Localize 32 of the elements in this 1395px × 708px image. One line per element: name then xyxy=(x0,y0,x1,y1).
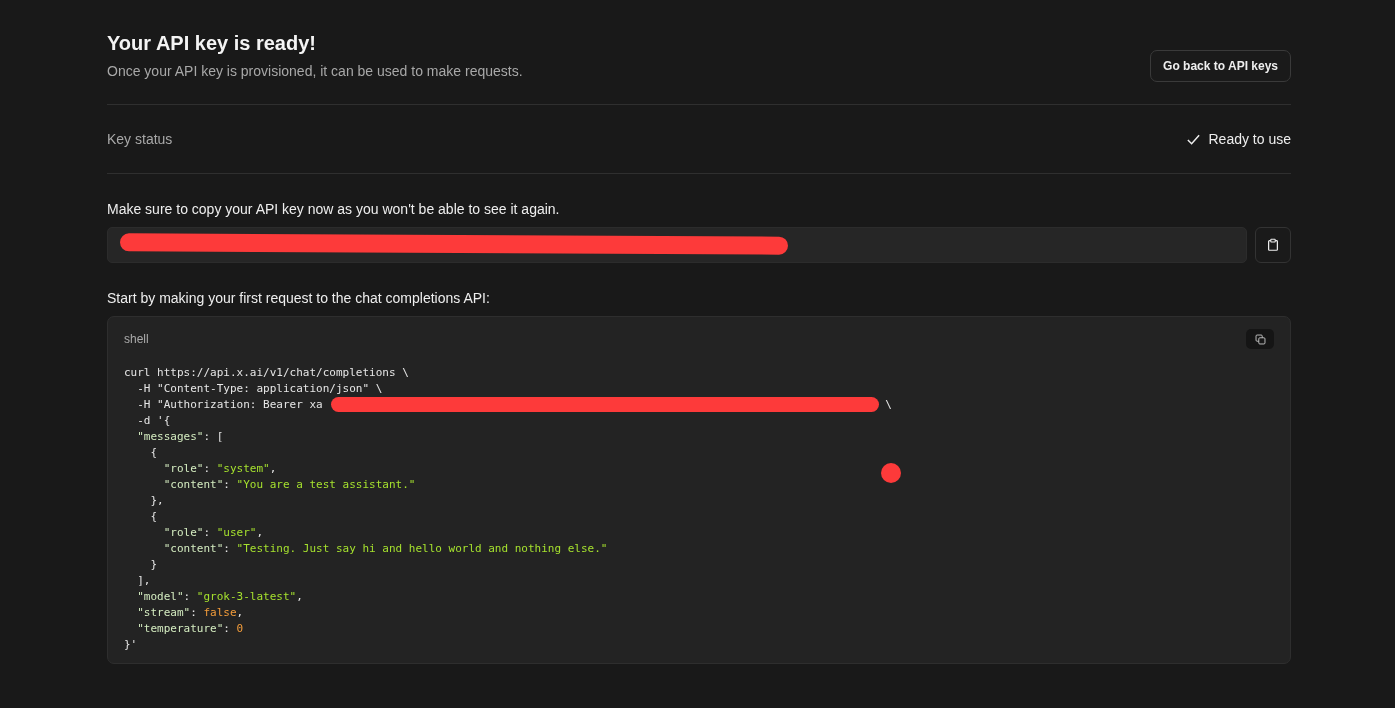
copy-icon xyxy=(1254,333,1266,345)
status-label: Key status xyxy=(107,131,173,147)
status-value: Ready to use xyxy=(1208,131,1291,147)
intro-text: Start by making your first request to the chat completions API: xyxy=(107,290,491,306)
code-line: "role": "user", xyxy=(162,525,264,541)
code-line: "stream": false, xyxy=(136,605,244,621)
code-line: -d '{ xyxy=(136,413,171,429)
api-key-field[interactable] xyxy=(107,227,1247,263)
copy-code-button[interactable] xyxy=(1246,329,1274,349)
redaction-dot xyxy=(881,463,901,483)
code-line: }' xyxy=(124,637,138,653)
code-line: "temperature": 0 xyxy=(136,621,244,637)
code-line: } xyxy=(149,557,158,573)
code-line: { xyxy=(149,445,158,461)
code-line: }, xyxy=(149,493,164,509)
code-line: "content": "You are a test assistant." xyxy=(162,477,416,493)
code-line: -H "Content-Type: application/json" \ xyxy=(136,381,383,397)
copy-button[interactable] xyxy=(1255,227,1291,263)
code-line: curl https://api.x.ai/v1/chat/completions \ xyxy=(124,365,409,381)
clipboard-icon xyxy=(1266,238,1280,252)
code-line: "messages": [ xyxy=(136,429,224,445)
back-button[interactable]: Go back to API keys xyxy=(1150,50,1291,82)
copy-notice: Make sure to copy your API key now as you won't be able to see it again. xyxy=(107,201,561,217)
code-line: { xyxy=(149,509,158,525)
page-title: Your API key is ready! xyxy=(107,31,317,55)
code-line: "role": "system", xyxy=(162,461,277,477)
page-subtitle: Once your API key is provisioned, it can be used to make requests. xyxy=(107,62,523,79)
code-line: -H "Authorization: Bearer xa \ xyxy=(136,397,892,413)
code-line: "model": "grok-3-latest", xyxy=(136,589,303,605)
language-label: shell xyxy=(124,332,149,346)
code-line: "content": "Testing. Just say hi and hello world and nothing else." xyxy=(162,541,608,557)
code-line: ], xyxy=(136,573,151,589)
